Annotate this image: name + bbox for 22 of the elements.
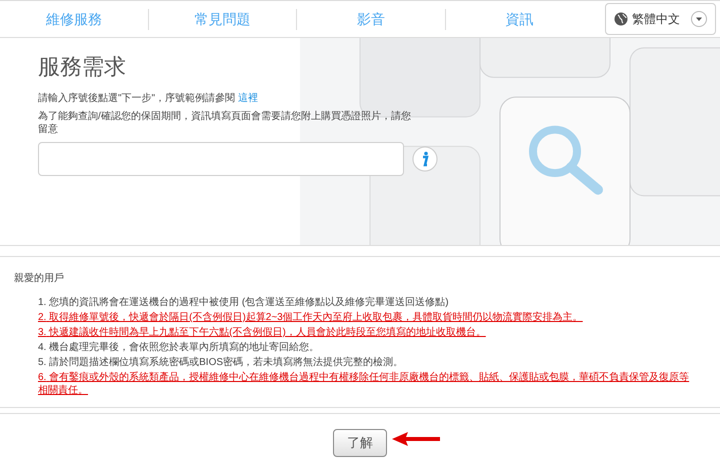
notice-item: 1. 您填的資訊將會在運送機台的過程中被使用 (包含運送至維修點以及維修完畢運送回送修點) bbox=[38, 296, 450, 309]
serial-number-field[interactable] bbox=[38, 142, 404, 176]
language-select[interactable]: 繁體中文 bbox=[605, 3, 716, 35]
info-icon[interactable] bbox=[412, 146, 438, 172]
example-link[interactable]: 這裡 bbox=[238, 93, 258, 104]
notice-item: 5. 請於問題描述欄位填寫系統密碼或BIOS密碼，若未填寫將無法提供完整的檢測。 bbox=[38, 356, 404, 369]
arrow-icon bbox=[390, 431, 442, 447]
note-text: 為了能夠查詢/確認您的保固期間，資訊填寫頁面會需要請您附上購買憑證照片，請您留意 bbox=[38, 110, 412, 136]
globe-icon bbox=[614, 12, 628, 26]
notice-item: 4. 機台處理完畢後，會依照您於表單內所填寫的地址寄回給您。 bbox=[38, 341, 320, 354]
page-title: 服務需求 bbox=[38, 53, 127, 81]
confirm-button[interactable]: 了解 bbox=[333, 428, 387, 456]
notice-item: 2. 取得維修單號後，快遞會於隔日(不含例假日)起算2~3個工作天內至府上收取包裹，具體取貨時間仍以物流實際安排為主。 bbox=[38, 311, 584, 324]
nav-tab[interactable]: 影音 bbox=[348, 8, 393, 30]
nav-tab[interactable]: 維修服務 bbox=[38, 8, 110, 30]
greeting-text: 親愛的用戶 bbox=[14, 272, 65, 286]
notice-item: 6. 會有鑿痕或外殼的系統類產品，授權維修中心在維修機台過程中有權移除任何非原廠機台的標籤、貼紙、保護貼或包膜，華碩不負責保管及復原等相關責任。 bbox=[38, 371, 690, 397]
instruction-text: 請輸入序號後點選"下一步"，序號範例請參閱 bbox=[38, 93, 236, 104]
notice-item: 3. 快遞建議收件時間為早上九點至下午六點(不含例假日)，人員會於此時段至您填寫的地址收取機台。 bbox=[38, 326, 487, 339]
nav-tab[interactable]: 資訊 bbox=[497, 8, 542, 30]
dropdown-icon bbox=[691, 11, 707, 27]
nav-tab[interactable]: 常見問題 bbox=[186, 8, 258, 30]
